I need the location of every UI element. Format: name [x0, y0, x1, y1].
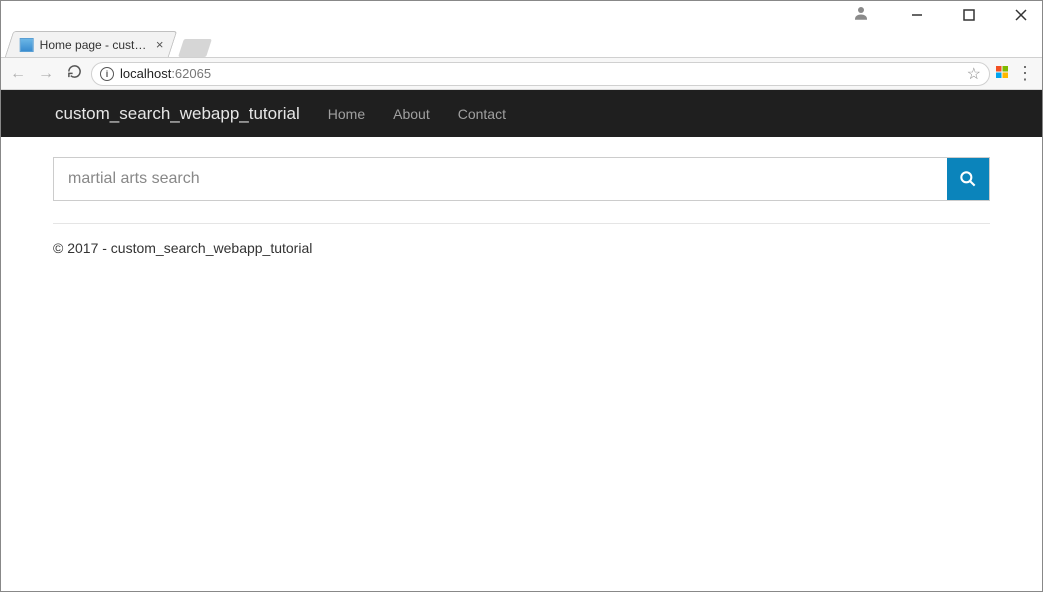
tab-favicon-icon: [20, 38, 34, 52]
address-host: localhost: [120, 66, 171, 81]
address-port: :62065: [171, 66, 211, 81]
search-input[interactable]: [54, 158, 947, 200]
site-info-icon[interactable]: i: [100, 67, 114, 81]
search-icon: [958, 169, 978, 189]
tab-bar: Home page - custom_se... ×: [1, 29, 1042, 58]
minimize-button[interactable]: [900, 3, 934, 27]
navbar: custom_search_webapp_tutorial Home About…: [1, 90, 1042, 137]
address-bar[interactable]: i localhost:62065 ☆: [91, 62, 990, 86]
profile-icon[interactable]: [852, 4, 870, 27]
close-tab-icon[interactable]: ×: [156, 37, 164, 52]
address-bar-row: ← → i localhost:62065 ☆ ⋮: [1, 58, 1042, 90]
nav-link-contact[interactable]: Contact: [458, 106, 506, 122]
windows-logo-icon: [996, 65, 1008, 83]
menu-kebab-icon[interactable]: ⋮: [1014, 63, 1036, 84]
search-button[interactable]: [947, 158, 989, 200]
tab-title: Home page - custom_se...: [40, 38, 150, 52]
divider: [53, 223, 990, 224]
close-window-button[interactable]: [1004, 3, 1038, 27]
back-button[interactable]: ←: [7, 65, 29, 83]
nav-link-home[interactable]: Home: [328, 106, 365, 122]
footer-text: © 2017 - custom_search_webapp_tutorial: [53, 240, 990, 256]
new-tab-button[interactable]: [178, 39, 212, 57]
window-titlebar: [1, 1, 1042, 29]
maximize-button[interactable]: [952, 3, 986, 27]
page-content: custom_search_webapp_tutorial Home About…: [1, 90, 1042, 274]
bookmark-star-icon[interactable]: ☆: [967, 64, 981, 84]
search-box: [53, 157, 990, 201]
browser-tab[interactable]: Home page - custom_se... ×: [5, 31, 177, 57]
forward-button[interactable]: →: [35, 65, 57, 83]
nav-link-about[interactable]: About: [393, 106, 430, 122]
brand-title[interactable]: custom_search_webapp_tutorial: [55, 104, 300, 124]
reload-button[interactable]: [63, 64, 85, 83]
